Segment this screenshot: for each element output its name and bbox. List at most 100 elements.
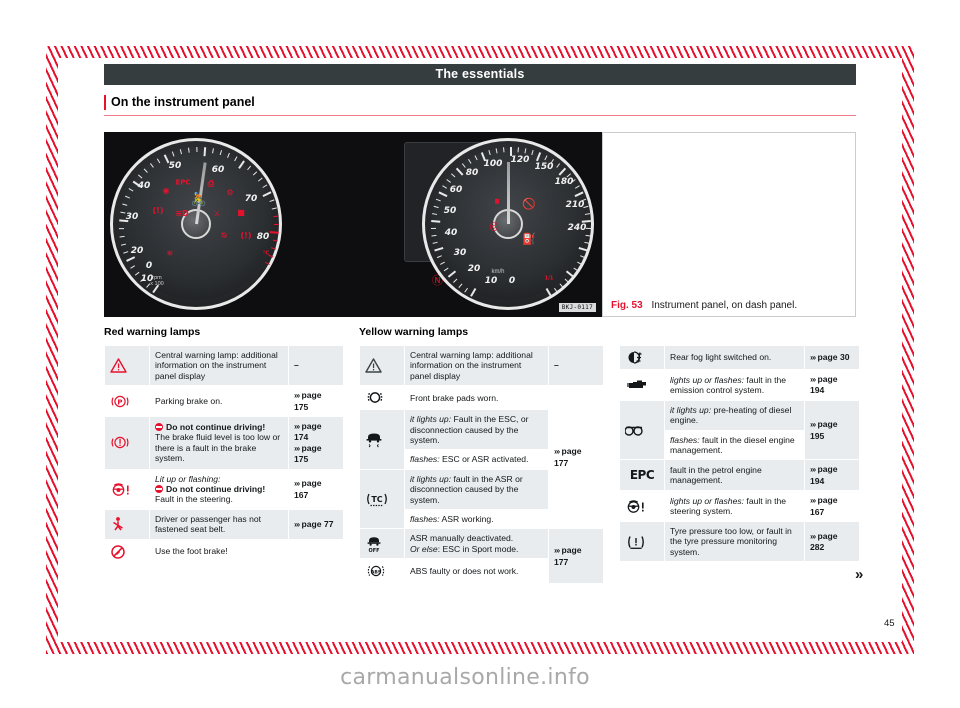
- speed-tick-40: 40: [444, 228, 458, 238]
- esc-off-icon: OFF: [359, 528, 405, 560]
- table-row: Lit up or flashing: Do not continue driv…: [104, 468, 344, 510]
- next-page-marker[interactable]: »: [855, 566, 864, 583]
- warning-line: Or else: ESC in Sport mode.: [410, 544, 543, 554]
- page-ref-text: page 282: [810, 530, 838, 553]
- figure-caption-text: Instrument panel, on dash panel.: [651, 300, 798, 311]
- page-ref-text: page 174: [294, 421, 322, 443]
- page-chevron-icon: »›: [810, 375, 816, 384]
- svg-text:TC: TC: [371, 495, 382, 504]
- speed-tick-50: 50: [443, 206, 457, 216]
- speed-tick-10: 10: [484, 276, 498, 286]
- speed-tick-150: 150: [534, 162, 554, 172]
- page-ref-text: page 77: [301, 518, 334, 529]
- row-page-ref: »› page 282: [804, 521, 860, 563]
- seatbelt-lamp-icon: ⚔: [213, 209, 221, 218]
- table-row: lights up or flashes: fault in the emiss…: [619, 369, 860, 401]
- row-page-ref: –: [288, 344, 344, 387]
- column-red-warning-lamps: Red warning lamps Central warning lamp: …: [104, 325, 344, 565]
- tacho-tick-20: 20: [130, 246, 144, 256]
- image-reference-code: BKJ-0117: [558, 303, 596, 312]
- figure-caption-box: Fig. 53 Instrument panel, on dash panel.: [602, 132, 856, 317]
- tyre-pressure-icon: [619, 521, 665, 563]
- glow-plug-icon: [619, 399, 665, 461]
- row-description: Front brake pads worn.: [404, 385, 549, 411]
- page-ref-text: page 175: [294, 390, 322, 412]
- speed-tick-60: 60: [449, 185, 463, 195]
- rear-fog-lamp-icon: ⏸: [494, 194, 500, 208]
- page-chevron-icon: »›: [554, 546, 560, 556]
- speed-tick-0: 0: [508, 276, 516, 286]
- snowflake-lamp-icon: ❄: [166, 249, 174, 258]
- tacho-unit-line2: x 100: [150, 281, 164, 287]
- row-description: Tyre pressure too low, or fault in the t…: [664, 521, 805, 563]
- warning-line: Fault in the steering.: [155, 494, 233, 505]
- speed-tick-100: 100: [483, 159, 503, 169]
- section-title-wrapper: On the instrument panel: [104, 95, 856, 110]
- page-ref-text: page 194: [810, 464, 838, 486]
- page-chevron-icon: »›: [294, 443, 300, 453]
- row-page-ref: »› page 77: [288, 508, 344, 540]
- row-description: Do not continue driving! The brake fluid…: [149, 416, 289, 470]
- row-description: Lit up or flashing: Do not continue driv…: [149, 468, 289, 510]
- row-description: flashes: fault in the diesel engine mana…: [664, 429, 805, 461]
- tacho-tick-30: 30: [125, 212, 139, 222]
- headlight-lamp-icon: ≡D: [175, 209, 189, 218]
- abs-lamp-icon: ◉: [162, 186, 170, 195]
- page-chevron-icon: »›: [810, 465, 816, 475]
- brake-pads-icon: [359, 385, 405, 411]
- emphasis-text: Lit up or flashing:: [155, 473, 221, 484]
- warning-line: The brake fluid level is too low or ther…: [155, 432, 281, 464]
- page-ref-text-2: page 175: [294, 442, 322, 465]
- page-chevron-icon: »›: [294, 422, 300, 432]
- emphasis-text: flashes:: [410, 514, 440, 525]
- tacho-tick-60: 60: [211, 165, 225, 175]
- tachometer-gauge: 0 10 20 30 40 50 60 70 80 rpm x 100 EPC …: [110, 138, 282, 310]
- speed-tick-240: 240: [567, 223, 587, 233]
- emphasis-text: it lights up:: [410, 473, 452, 484]
- row-page-ref: »› page 175: [288, 385, 344, 418]
- row-description: ABS faulty or does not work.: [404, 558, 549, 585]
- stop-sign-icon: [155, 485, 163, 494]
- table-row: Use the foot brake!: [104, 538, 344, 565]
- speedo-needle: [506, 162, 510, 224]
- warning-line: Lit up or flashing:: [155, 474, 283, 484]
- speed-tick-120: 120: [510, 155, 530, 165]
- row-page-ref: »› page 30: [804, 345, 860, 370]
- page-ref-text: page 194: [810, 374, 838, 396]
- airbag-lamp-icon: 🚴: [190, 192, 208, 208]
- page-ref-text: page 177: [554, 545, 582, 567]
- svg-text:OFF: OFF: [368, 548, 379, 554]
- emission-control-icon: [619, 369, 665, 401]
- tacho-tick-70: 70: [244, 194, 258, 204]
- warning-line: Do not continue driving!: [155, 422, 283, 432]
- page-number: 45: [884, 618, 895, 629]
- row-page-ref: »› page 167: [804, 490, 860, 523]
- emphasis-text: lights up or flashes:: [670, 374, 745, 385]
- emphasis-text: lights up or flashes:: [670, 495, 745, 506]
- speedo-unit: km/h: [491, 269, 505, 275]
- site-watermark: carmanualsonline.info: [340, 665, 590, 690]
- row-description: Parking brake on.: [149, 385, 289, 418]
- epc-label: EPC: [629, 467, 655, 482]
- speed-tick-210: 210: [565, 200, 585, 210]
- tc-lamp-icon: ■: [237, 208, 245, 217]
- svg-text:ABS: ABS: [371, 570, 381, 576]
- row-description: Driver or passenger has not fastened sea…: [149, 508, 289, 540]
- table-yellow-warning-lamps-2: Rear fog light switched on. »› page 30 l…: [619, 345, 860, 563]
- glow-plug-lamp-icon: ⍉: [221, 231, 227, 240]
- table-row: it lights up: pre-heating of diesel engi…: [619, 399, 860, 461]
- table-red-warning-lamps: Central warning lamp: additional informa…: [104, 344, 344, 565]
- row-description: it lights up: pre-heating of diesel engi…: [664, 399, 805, 431]
- svg-text:P: P: [117, 398, 122, 406]
- table-row: lights up or flashes: fault in the steer…: [619, 490, 860, 523]
- tc-icon: TC: [359, 468, 405, 530]
- engine-lamp-icon: ⎙: [207, 179, 215, 188]
- column-yellow-warning-lamps-continued: Rear fog light switched on. »› page 30 l…: [619, 325, 860, 563]
- tacho-temp-label: °C: [262, 250, 270, 257]
- page-ref-text: page 167: [294, 478, 322, 500]
- row-description: ASR manually deactivated. Or else: ESC i…: [404, 528, 549, 560]
- page-chevron-icon: »›: [810, 352, 816, 362]
- page-chevron-icon: »›: [294, 519, 300, 529]
- figure-caption: Fig. 53 Instrument panel, on dash panel.: [611, 300, 797, 311]
- speed-tick-20: 20: [467, 264, 481, 274]
